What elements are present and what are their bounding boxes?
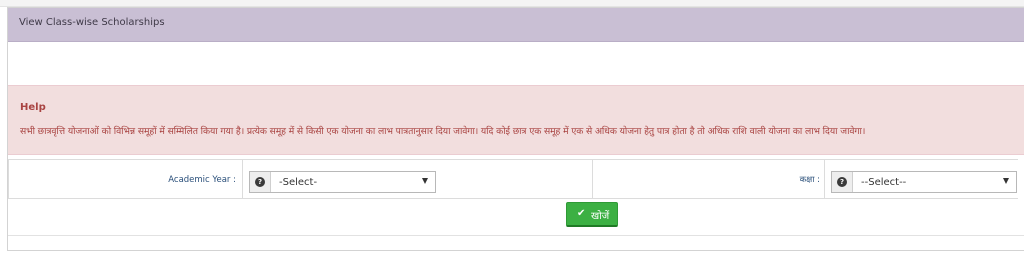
check-icon: ✔ xyxy=(577,208,586,219)
panel-heading: View Class-wise Scholarships xyxy=(8,8,1024,42)
help-text: सभी छात्रवृत्ति योजनाओं को विभिन्न समूहो… xyxy=(20,126,866,137)
search-button[interactable]: ✔ खोजें xyxy=(566,202,618,227)
class-select[interactable]: ? --Select-- xyxy=(831,171,1017,193)
academic-year-select[interactable]: ? -Select- xyxy=(249,171,436,193)
cell-divider xyxy=(8,160,9,198)
cell-divider xyxy=(242,160,243,198)
panel-footer-divider xyxy=(8,235,1024,236)
help-box: Help सभी छात्रवृत्ति योजनाओं को विभिन्न … xyxy=(8,85,1024,155)
academic-year-help-addon[interactable]: ? xyxy=(250,172,271,192)
class-help-addon[interactable]: ? xyxy=(832,172,853,192)
class-label: कक्षा : xyxy=(799,175,820,185)
search-button-label: खोजें xyxy=(591,211,610,222)
cell-divider xyxy=(592,160,593,198)
academic-year-label: Academic Year : xyxy=(168,175,236,185)
top-rule xyxy=(0,0,1024,7)
cell-divider xyxy=(824,160,825,198)
filter-form: Academic Year : ? -Select- कक्षा : ? --S… xyxy=(8,159,1018,199)
chevron-down-icon xyxy=(1003,178,1009,184)
academic-year-selected: -Select- xyxy=(279,177,318,188)
chevron-down-icon xyxy=(422,178,428,184)
panel-title: View Class-wise Scholarships xyxy=(19,17,165,28)
question-circle-icon: ? xyxy=(837,177,847,187)
help-title: Help xyxy=(20,102,46,113)
question-circle-icon: ? xyxy=(255,177,265,187)
scholarship-panel: View Class-wise Scholarships Help सभी छा… xyxy=(7,7,1024,251)
class-selected: --Select-- xyxy=(861,177,907,188)
